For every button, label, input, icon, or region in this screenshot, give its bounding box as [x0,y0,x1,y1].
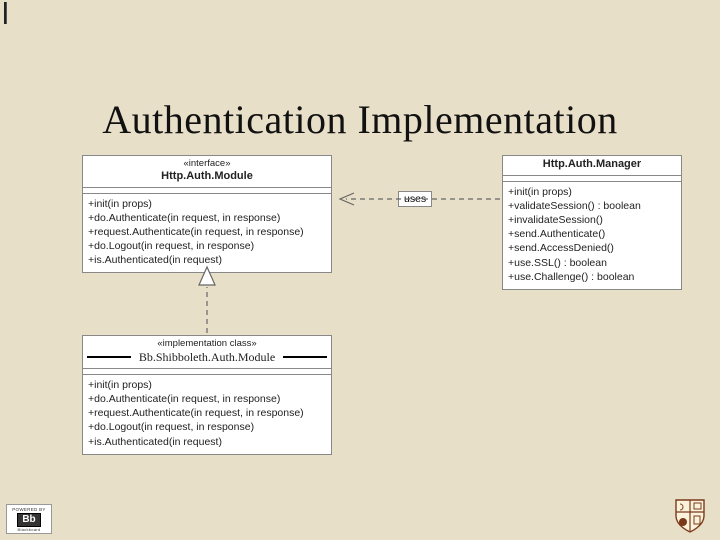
uml-impl-header: «implementation class» Bb.Shibboleth.Aut… [83,336,331,369]
op: +do.Authenticate(in request, in response… [88,392,326,406]
blackboard-text: Blackboard [17,527,40,532]
text-cursor [4,2,7,24]
uses-arrowhead-icon [340,193,354,205]
op: +is.Authenticated(in request) [88,253,326,267]
impl-name: Bb.Shibboleth.Auth.Module [135,350,279,365]
uml-manager-header: Http.Auth.Manager [503,156,681,176]
uses-label: uses [398,191,432,207]
uml-impl-box: «implementation class» Bb.Shibboleth.Aut… [82,335,332,455]
interface-stereotype: «interface» [87,158,327,170]
op: +use.SSL() : boolean [508,256,676,270]
op: +do.Logout(in request, in response) [88,420,326,434]
impl-stereotype: «implementation class» [87,338,327,350]
op: +init(in props) [88,378,326,392]
shield-logo-icon [674,498,706,534]
impl-ops: +init(in props) +do.Authenticate(in requ… [83,375,331,454]
op: +validateSession() : boolean [508,199,676,213]
op: +request.Authenticate(in request, in res… [88,225,326,239]
op: +use.Challenge() : boolean [508,270,676,284]
uml-diagram: «interface» Http.Auth.Module +init(in pr… [82,155,702,475]
op: +is.Authenticated(in request) [88,435,326,449]
bb-logo-icon: Bb [17,513,41,527]
op: +request.Authenticate(in request, in res… [88,406,326,420]
op: +send.AccessDenied() [508,241,676,255]
impl-name-underline-right [283,356,327,358]
manager-name: Http.Auth.Manager [507,158,677,172]
uml-interface-header: «interface» Http.Auth.Module [83,156,331,188]
slide-title: Authentication Implementation [0,96,720,143]
op: +send.Authenticate() [508,227,676,241]
op: +do.Authenticate(in request, in response… [88,211,326,225]
blackboard-badge: POWERED BY Bb Blackboard [6,504,52,534]
op: +init(in props) [508,185,676,199]
manager-ops: +init(in props) +validateSession() : boo… [503,182,681,289]
uml-manager-box: Http.Auth.Manager +init(in props) +valid… [502,155,682,290]
powered-by-text: POWERED BY [12,507,46,512]
op: +init(in props) [88,197,326,211]
op: +invalidateSession() [508,213,676,227]
interface-name: Http.Auth.Module [87,170,327,184]
interface-ops: +init(in props) +do.Authenticate(in requ… [83,194,331,273]
op: +do.Logout(in request, in response) [88,239,326,253]
impl-name-underline-left [87,356,131,358]
uml-interface-box: «interface» Http.Auth.Module +init(in pr… [82,155,332,273]
